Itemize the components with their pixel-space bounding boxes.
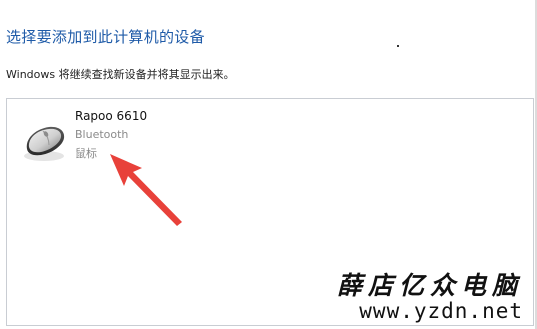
mouse-icon	[21, 123, 69, 163]
watermark-url: www.yzdn.net	[359, 299, 523, 323]
device-connection-type: Bluetooth	[75, 128, 129, 141]
add-device-window: 选择要添加到此计算机的设备 Windows 将继续查找新设备并将其显示出来。 R…	[0, 0, 537, 329]
watermark-brand: 薛店亿众电脑	[336, 271, 523, 300]
stray-dot	[397, 45, 399, 47]
device-name: Rapoo 6610	[75, 109, 148, 123]
page-title: 选择要添加到此计算机的设备	[6, 28, 205, 46]
device-category: 鼠标	[75, 147, 97, 160]
red-arrow-icon	[100, 148, 190, 228]
search-status-text: Windows 将继续查找新设备并将其显示出来。	[6, 68, 235, 81]
